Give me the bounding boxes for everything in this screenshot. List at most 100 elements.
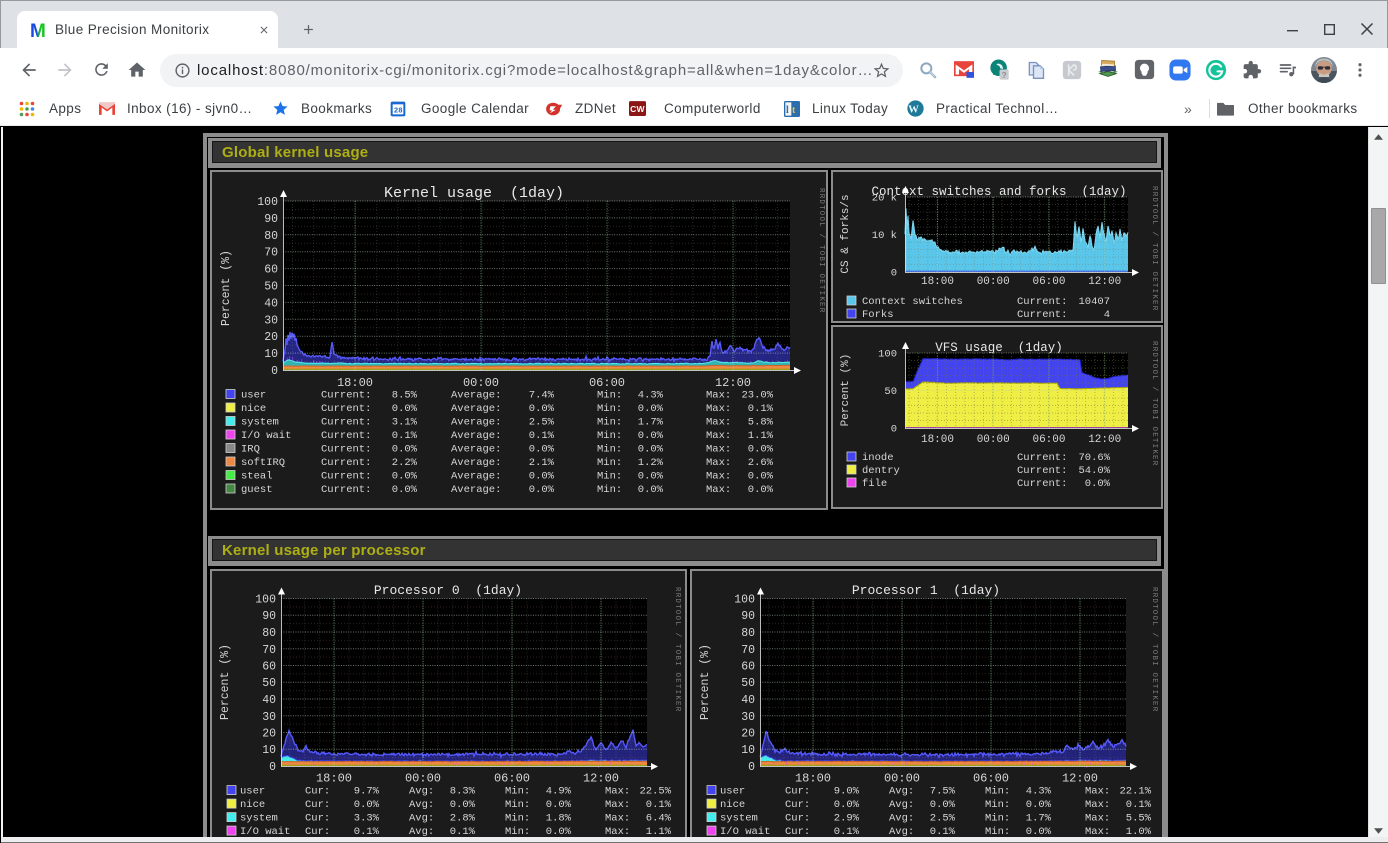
svg-text:Average:: Average: xyxy=(451,471,501,483)
svg-text:06:00: 06:00 xyxy=(973,772,1009,786)
svg-text:0: 0 xyxy=(748,761,755,774)
svg-text:M: M xyxy=(31,22,46,39)
svg-text:Max:: Max: xyxy=(1085,813,1110,825)
svg-text:RRDTOOL / TOBI OETIKER: RRDTOOL / TOBI OETIKER xyxy=(1150,587,1158,712)
svg-text:Current:: Current: xyxy=(1017,452,1067,464)
svg-text:0.0%: 0.0% xyxy=(450,799,476,811)
svg-text:Cur:: Cur: xyxy=(305,786,330,798)
svg-text:Max:: Max: xyxy=(706,403,731,415)
svg-text:guest: guest xyxy=(241,484,273,496)
svg-text:0.0%: 0.0% xyxy=(392,403,418,415)
svg-text:CW: CW xyxy=(630,104,645,114)
svg-text:0: 0 xyxy=(269,761,276,774)
svg-text:2.8%: 2.8% xyxy=(450,813,476,825)
svg-text:5.5%: 5.5% xyxy=(1126,813,1152,825)
svg-text:Min:: Min: xyxy=(597,471,622,483)
svg-text:RRDTOOL / TOBI OETIKER: RRDTOOL / TOBI OETIKER xyxy=(1150,341,1158,466)
svg-text:90: 90 xyxy=(264,213,278,226)
svg-text:90: 90 xyxy=(741,610,755,623)
svg-text:4.3%: 4.3% xyxy=(638,390,664,402)
svg-text:0.0%: 0.0% xyxy=(392,484,418,496)
svg-text:Max:: Max: xyxy=(706,471,731,483)
svg-text:18:00: 18:00 xyxy=(337,376,373,390)
svg-text:54.0%: 54.0% xyxy=(1078,465,1110,477)
svg-text:IRQ: IRQ xyxy=(241,444,260,456)
svg-text:0.0%: 0.0% xyxy=(748,444,774,456)
svg-text:0.0%: 0.0% xyxy=(638,444,664,456)
svg-text:0.0%: 0.0% xyxy=(546,799,572,811)
svg-text:Min:: Min: xyxy=(505,799,530,811)
svg-text:Max:: Max: xyxy=(605,813,630,825)
svg-text:system: system xyxy=(240,813,278,825)
svg-text:00:00: 00:00 xyxy=(405,772,441,786)
svg-text:9.0%: 9.0% xyxy=(834,786,860,798)
svg-text:Max:: Max: xyxy=(1085,799,1110,811)
svg-text:0.0%: 0.0% xyxy=(638,403,664,415)
svg-text:3.3%: 3.3% xyxy=(354,813,380,825)
svg-text:0.0%: 0.0% xyxy=(529,444,555,456)
svg-text:1.2%: 1.2% xyxy=(638,457,664,469)
svg-text:7.5%: 7.5% xyxy=(930,786,956,798)
svg-text:22.1%: 22.1% xyxy=(1119,786,1151,798)
svg-text:30: 30 xyxy=(264,314,278,327)
svg-text:9.7%: 9.7% xyxy=(354,786,380,798)
svg-text:Avg:: Avg: xyxy=(889,799,914,811)
svg-text:Current:: Current: xyxy=(321,403,371,415)
svg-text:4: 4 xyxy=(1104,309,1110,321)
svg-text:Min:: Min: xyxy=(597,484,622,496)
svg-text:0.1%: 0.1% xyxy=(748,403,774,415)
svg-text:40: 40 xyxy=(741,694,755,707)
svg-text:0.0%: 0.0% xyxy=(354,799,380,811)
svg-text:RRDTOOL / TOBI OETIKER: RRDTOOL / TOBI OETIKER xyxy=(817,188,825,313)
svg-text:l: l xyxy=(786,105,789,116)
svg-text:Context switches: Context switches xyxy=(862,296,963,308)
svg-text:Cur:: Cur: xyxy=(305,813,330,825)
svg-text:Avg:: Avg: xyxy=(889,786,914,798)
svg-text:2.2%: 2.2% xyxy=(392,457,418,469)
svg-text:softIRQ: softIRQ xyxy=(241,457,285,469)
svg-text:0.0%: 0.0% xyxy=(638,471,664,483)
svg-text:nice: nice xyxy=(720,799,745,811)
svg-text:80: 80 xyxy=(741,627,755,640)
svg-text:1.8%: 1.8% xyxy=(546,813,572,825)
svg-text:Min:: Min: xyxy=(505,786,530,798)
svg-text:60: 60 xyxy=(741,661,755,674)
svg-text:W: W xyxy=(908,104,919,115)
svg-text:10: 10 xyxy=(264,348,278,361)
svg-text:1.7%: 1.7% xyxy=(1026,813,1052,825)
svg-text:Current:: Current: xyxy=(321,457,371,469)
svg-text:0: 0 xyxy=(891,268,897,280)
svg-text:20 k: 20 k xyxy=(872,193,897,205)
svg-text:30: 30 xyxy=(262,711,276,724)
svg-text:10407: 10407 xyxy=(1078,296,1110,308)
svg-text:100: 100 xyxy=(878,349,897,361)
svg-text:Max:: Max: xyxy=(706,457,731,469)
svg-text:7.4%: 7.4% xyxy=(529,390,555,402)
svg-text:system: system xyxy=(241,417,279,429)
svg-text:100: 100 xyxy=(734,594,755,607)
svg-text:CS & forks/s: CS & forks/s xyxy=(840,194,852,273)
svg-text:Cur:: Cur: xyxy=(785,813,810,825)
svg-text:user: user xyxy=(720,786,745,798)
svg-text:06:00: 06:00 xyxy=(589,376,625,390)
svg-text:Min:: Min: xyxy=(597,444,622,456)
svg-text:Max:: Max: xyxy=(605,799,630,811)
svg-text:100: 100 xyxy=(257,196,278,209)
svg-text:70: 70 xyxy=(264,247,278,260)
svg-text:dentry: dentry xyxy=(862,465,900,477)
svg-text:inode: inode xyxy=(862,452,894,464)
svg-text:0.0%: 0.0% xyxy=(834,799,860,811)
svg-text:Avg:: Avg: xyxy=(409,813,434,825)
svg-text:0: 0 xyxy=(891,424,897,436)
svg-text:steal: steal xyxy=(241,471,273,483)
svg-text:12:00: 12:00 xyxy=(1062,772,1098,786)
svg-text:Kernel usage (1day): Kernel usage (1day) xyxy=(384,185,564,202)
svg-text:2.5%: 2.5% xyxy=(930,813,956,825)
svg-text:5.8%: 5.8% xyxy=(748,417,774,429)
svg-text:Max:: Max: xyxy=(706,417,731,429)
svg-text:0.0%: 0.0% xyxy=(1026,799,1052,811)
svg-text:Average:: Average: xyxy=(451,457,501,469)
svg-text:50: 50 xyxy=(884,386,897,398)
svg-text:RRDTOOL / TOBI OETIKER: RRDTOOL / TOBI OETIKER xyxy=(673,587,681,712)
svg-text:4.3%: 4.3% xyxy=(1026,786,1052,798)
